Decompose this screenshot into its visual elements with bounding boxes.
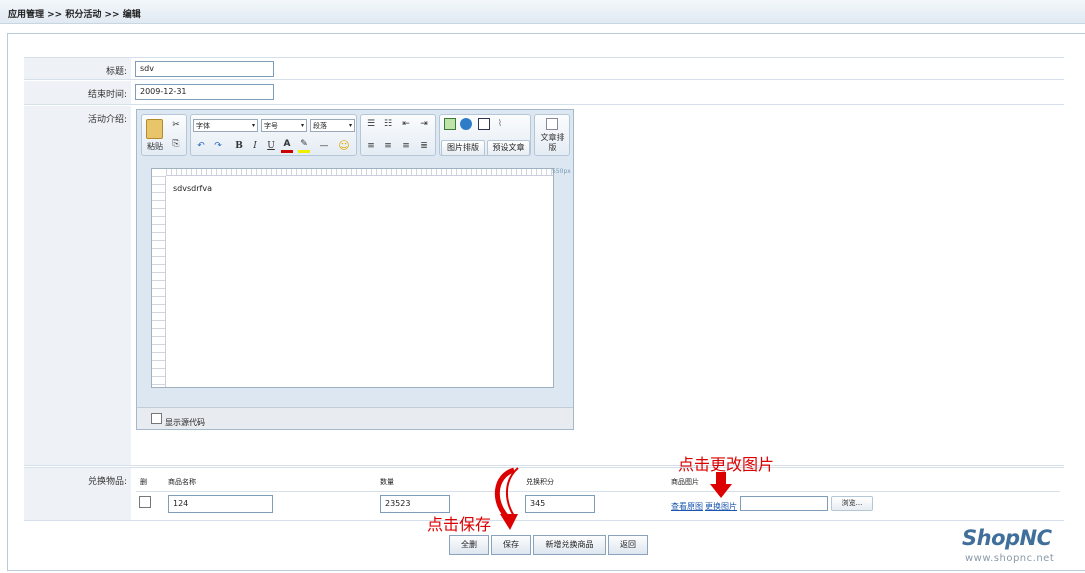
insert-flash-icon[interactable] — [460, 118, 472, 130]
font-group: 字体 字号 段落 ↶ ↷ B I U A ✎ — ☺ — [190, 114, 357, 156]
save-annotation: 点击保存 — [427, 515, 492, 534]
insert-table-icon[interactable] — [478, 118, 490, 130]
browse-button[interactable]: 浏览... — [831, 496, 873, 511]
goods-name-input[interactable]: 124 — [168, 495, 273, 513]
end-time-label: 结束时间: — [24, 81, 131, 104]
align-justify-icon[interactable]: ≣ — [417, 139, 431, 153]
title-row: 标题: sdv — [24, 57, 1064, 80]
list-align-group: ☰ ☷ ⇤ ⇥ ≡ ≡ ≡ ≣ — [360, 114, 436, 156]
align-right-icon[interactable]: ≡ — [399, 139, 413, 153]
paste-icon[interactable] — [146, 119, 163, 139]
undo-icon[interactable]: ↶ — [194, 139, 208, 153]
delete-all-button[interactable]: 全删 — [449, 535, 489, 555]
vertical-ruler — [152, 176, 166, 387]
editor-text: sdvsdrfva — [173, 184, 212, 193]
goods-header-qty: 数量 — [380, 478, 394, 486]
view-original-image-link[interactable]: 查看原图 — [671, 501, 703, 512]
underline-icon[interactable]: U — [265, 139, 277, 153]
preset-article-button[interactable]: 预设文章 — [487, 140, 530, 156]
article-layout-icon[interactable] — [546, 118, 558, 130]
insert-group: ⌇ 图片排版 预设文章 — [439, 114, 531, 156]
save-button[interactable]: 保存 — [491, 535, 531, 555]
horizontal-rule-icon[interactable]: — — [317, 139, 331, 153]
paste-group: 粘贴 ✂ ⎘ — [141, 114, 187, 156]
width-hint: 550px — [552, 168, 571, 175]
insert-image-icon[interactable] — [444, 118, 456, 130]
redo-icon[interactable]: ↷ — [211, 139, 225, 153]
goods-points-input[interactable]: 345 — [525, 495, 595, 513]
image-layout-button[interactable]: 图片排版 — [441, 140, 485, 156]
article-layout-group: 文章排版 — [534, 114, 570, 156]
add-goods-button[interactable]: 新增兑换商品 — [533, 535, 606, 555]
bold-icon[interactable]: B — [233, 139, 245, 153]
end-time-input[interactable]: 2009-12-31 — [135, 84, 274, 100]
title-input[interactable]: sdv — [135, 61, 274, 77]
down-arrow-icon — [710, 472, 732, 498]
show-source-label: 显示源代码 — [165, 418, 205, 427]
intro-label: 活动介绍: — [24, 106, 131, 465]
back-button[interactable]: 返回 — [608, 535, 648, 555]
goods-header-image: 商品图片 — [671, 478, 699, 486]
goods-header-delete: 删 — [140, 478, 147, 486]
goods-row-delete-checkbox[interactable] — [139, 496, 151, 508]
paste-button[interactable]: 粘贴 — [144, 140, 166, 154]
copy-icon[interactable]: ⎘ — [169, 137, 183, 151]
shopnc-logo: ShopNC — [962, 526, 1052, 550]
title-label: 标题: — [24, 58, 131, 79]
italic-icon[interactable]: I — [249, 139, 261, 153]
attachment-icon[interactable]: ⌇ — [494, 117, 506, 131]
end-time-row: 结束时间: 2009-12-31 — [24, 81, 1064, 105]
emoticon-icon[interactable]: ☺ — [337, 139, 351, 153]
goods-header-divider — [136, 491, 1060, 492]
shopnc-url: www.shopnc.net — [965, 553, 1055, 564]
change-image-link[interactable]: 更换图片 — [705, 501, 737, 512]
indent-icon[interactable]: ⇥ — [417, 117, 431, 131]
ordered-list-icon[interactable]: ☰ — [364, 117, 378, 131]
font-color-icon[interactable]: A — [281, 139, 293, 153]
font-select[interactable]: 字体 — [193, 119, 258, 132]
size-select[interactable]: 字号 — [261, 119, 307, 132]
horizontal-ruler — [166, 169, 553, 176]
highlight-icon[interactable]: ✎ — [298, 139, 310, 153]
unordered-list-icon[interactable]: ☷ — [381, 117, 395, 131]
align-center-icon[interactable]: ≡ — [381, 139, 395, 153]
cut-icon[interactable]: ✂ — [169, 118, 183, 132]
editor-status-bar: 显示源代码 — [137, 407, 573, 429]
curved-arrow-icon — [494, 467, 519, 530]
editor-content-area[interactable]: sdvsdrfva — [151, 168, 554, 388]
article-layout-button[interactable]: 文章排版 — [538, 133, 567, 155]
goods-header-name: 商品名称 — [168, 478, 196, 486]
paragraph-select[interactable]: 段落 — [310, 119, 355, 132]
outdent-icon[interactable]: ⇤ — [399, 117, 413, 131]
image-file-input[interactable] — [740, 496, 828, 511]
goods-header-points: 兑换积分 — [526, 478, 554, 486]
breadcrumb-bar: 应用管理 >> 积分活动 >> 编辑 — [0, 0, 1085, 24]
show-source-checkbox[interactable] — [151, 413, 162, 424]
align-left-icon[interactable]: ≡ — [364, 139, 378, 153]
goods-label: 兑换物品: — [24, 468, 131, 520]
rich-text-editor: 粘贴 ✂ ⎘ 字体 字号 段落 ↶ ↷ B I U A ✎ — ☺ ☰ ☷ ⇤ … — [136, 109, 574, 430]
breadcrumb: 应用管理 >> 积分活动 >> 编辑 — [8, 10, 141, 20]
